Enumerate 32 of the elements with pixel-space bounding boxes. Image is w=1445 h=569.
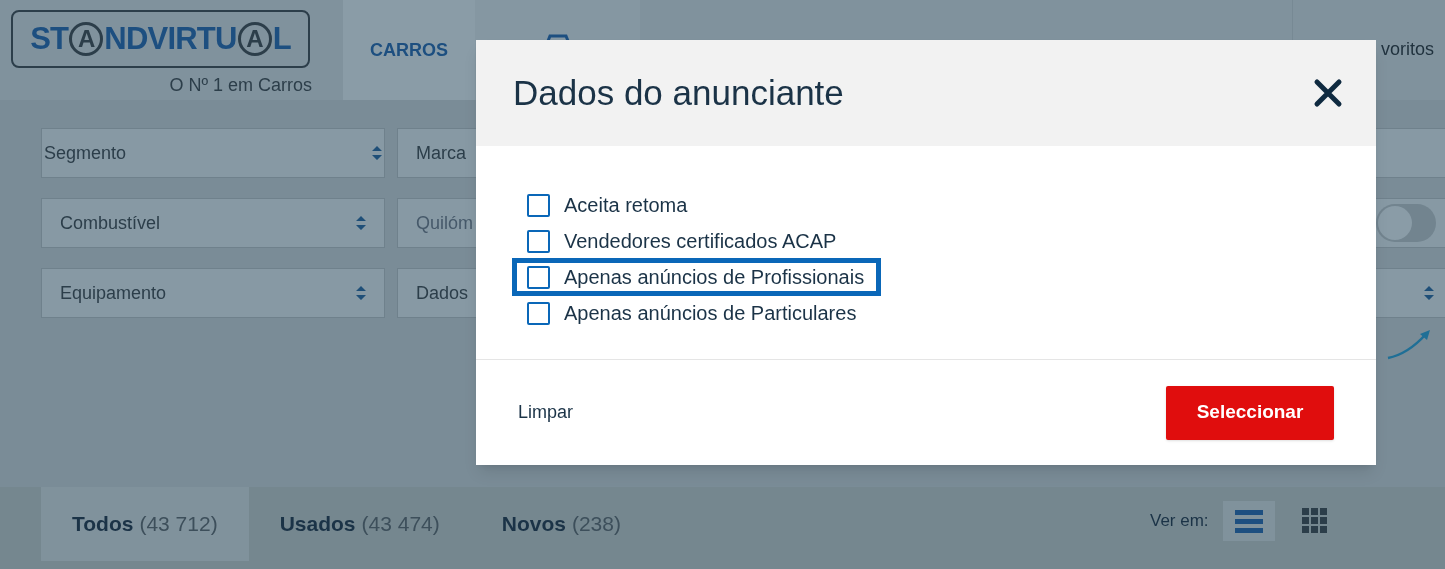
tab[interactable]: Todos (43 712) (41, 487, 249, 561)
checkbox-option[interactable]: Apenas anúncios de Profissionais (513, 259, 881, 295)
tab[interactable]: Novos (238) (470, 487, 652, 561)
checkbox-option[interactable]: Aceita retoma (513, 187, 704, 223)
select-field[interactable]: Segmento (41, 128, 385, 178)
list-view-button[interactable] (1222, 501, 1275, 541)
favorites-link[interactable]: voritos (1381, 35, 1434, 63)
curved-arrow-icon (1386, 328, 1432, 360)
checkbox[interactable] (527, 229, 550, 253)
select-field[interactable]: Combustível (41, 198, 385, 248)
dialog-title: Dados do anunciante (513, 71, 844, 114)
chevron-icon (356, 286, 366, 300)
tab[interactable]: Usados (43 474) (248, 487, 471, 561)
view-label: Ver em: (1150, 510, 1209, 533)
list-icon (1234, 509, 1263, 533)
grid-icon (1301, 508, 1328, 534)
checkbox[interactable] (527, 193, 550, 217)
chevron-icon (372, 146, 382, 160)
tagline: O Nº 1 em Carros (169, 75, 312, 95)
checkbox-option[interactable]: Vendedores certificados ACAP (513, 223, 853, 259)
chevron-icon (1424, 286, 1434, 300)
nav-tab[interactable]: CARROS (343, 0, 475, 100)
checkbox[interactable] (527, 265, 550, 289)
chevron-icon (356, 216, 366, 230)
clear-link[interactable]: Limpar (518, 399, 574, 426)
toggle-switch[interactable] (1376, 204, 1436, 242)
checkbox[interactable] (527, 301, 550, 325)
close-icon (1313, 78, 1343, 108)
checkbox-option[interactable]: Apenas anúncios de Particulares (513, 295, 873, 331)
logo[interactable]: ST A NDVIRTU A L (11, 10, 310, 68)
select-button[interactable]: Seleccionar (1166, 385, 1334, 440)
select-field[interactable]: Equipamento (41, 268, 385, 318)
